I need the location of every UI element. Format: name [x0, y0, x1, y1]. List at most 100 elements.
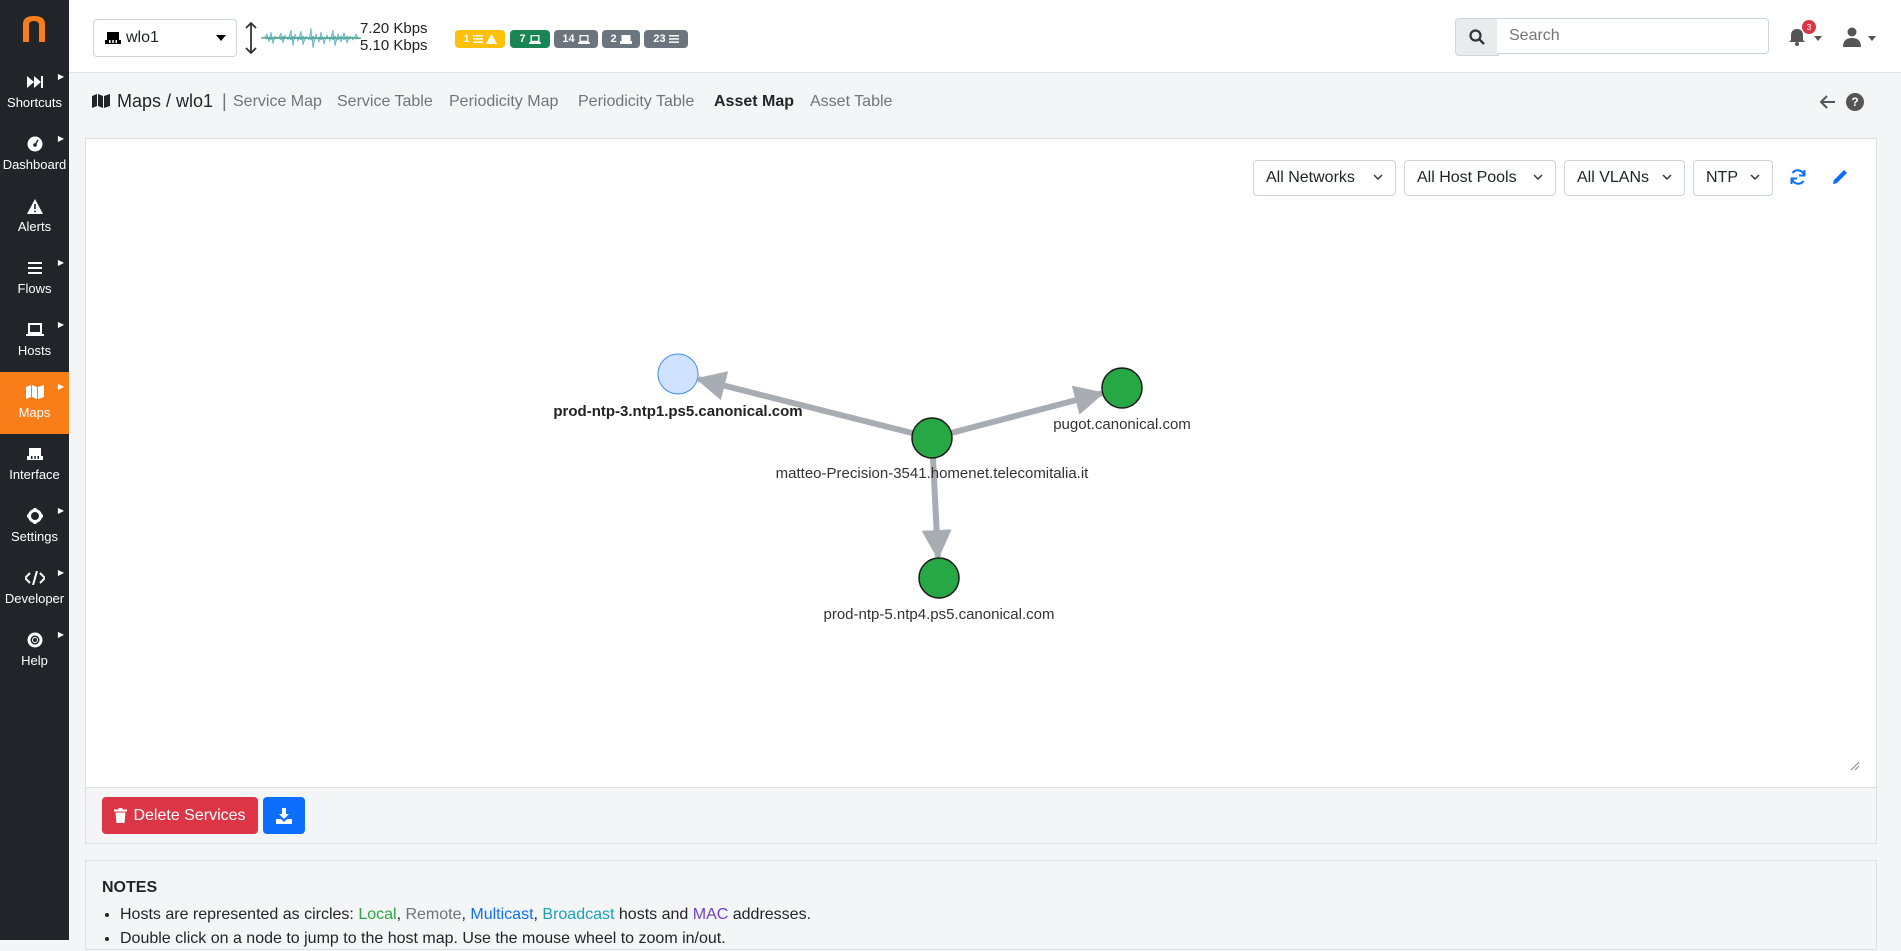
upload-speed: 7.20 Kbps — [360, 20, 428, 37]
warning-icon — [0, 197, 69, 215]
vlans-filter-label: All VLANs — [1577, 169, 1650, 186]
sidebar-item-help[interactable]: Help ▶ — [0, 620, 69, 682]
trash-icon — [114, 808, 128, 823]
pencil-icon[interactable] — [1830, 167, 1850, 187]
protocol-filter[interactable]: NTP — [1693, 160, 1773, 196]
devices-badge[interactable]: 2 — [602, 30, 640, 48]
sidebar: Shortcuts ▶ Dashboard ▶ Alerts Flows ▶ H… — [0, 0, 69, 940]
search-button[interactable] — [1455, 18, 1499, 56]
ntopng-logo[interactable] — [14, 10, 54, 46]
top-navbar: wlo1 7.20 Kbps 5.10 Kbps 1 7 14 2 23 3 — [69, 0, 1901, 73]
local-hosts-badge[interactable]: 7 — [510, 30, 550, 48]
submenu-caret-icon: ▶ — [57, 568, 64, 577]
help-icon[interactable]: ? — [1846, 93, 1864, 111]
sidebar-item-interface[interactable]: Interface — [0, 434, 69, 496]
laptop-icon — [528, 34, 541, 44]
interface-name: wlo1 — [126, 29, 159, 46]
refresh-icon[interactable] — [1789, 168, 1807, 186]
user-icon[interactable] — [1843, 27, 1861, 47]
tab-periodicity-map[interactable]: Periodicity Map — [449, 93, 558, 111]
sidebar-item-maps[interactable]: Maps ▶ — [0, 372, 69, 434]
up-down-arrow-icon — [245, 22, 257, 54]
notes-item-instructions: Double click on a node to jump to the ho… — [120, 927, 811, 951]
submenu-caret-icon: ▶ — [57, 630, 64, 639]
networks-filter-label: All Networks — [1266, 169, 1355, 186]
alerts-badge[interactable]: 1 — [455, 30, 505, 48]
host-pools-filter[interactable]: All Host Pools — [1404, 160, 1556, 196]
legend-multicast: Multicast — [470, 906, 534, 923]
ethernet-icon — [0, 445, 69, 463]
list-icon — [668, 35, 679, 43]
legend-remote: Remote — [405, 906, 462, 923]
search-input[interactable] — [1497, 18, 1769, 54]
map-icon — [92, 94, 110, 108]
badge-count: 14 — [562, 33, 575, 45]
tab-service-map[interactable]: Service Map — [233, 93, 322, 111]
notes-title: NOTES — [102, 879, 158, 896]
sidebar-item-alerts[interactable]: Alerts — [0, 186, 69, 248]
search-icon — [1469, 29, 1485, 45]
submenu-caret-icon: ▶ — [57, 382, 64, 391]
submenu-caret-icon: ▶ — [57, 506, 64, 515]
host-node-ntp5[interactable] — [918, 557, 960, 599]
protocol-filter-label: NTP — [1706, 169, 1738, 186]
notes-text: Hosts are represented as circles: — [120, 906, 359, 923]
sidebar-item-dashboard[interactable]: Dashboard ▶ — [0, 124, 69, 186]
host-node-pugot[interactable] — [1101, 367, 1143, 409]
sidebar-item-settings[interactable]: Settings ▶ — [0, 496, 69, 558]
caret-down-icon[interactable] — [1814, 36, 1822, 41]
chevron-down-icon — [1533, 174, 1543, 181]
submenu-caret-icon: ▶ — [57, 258, 64, 267]
legend-local: Local — [358, 906, 397, 923]
legend-broadcast: Broadcast — [542, 906, 615, 923]
delete-services-button[interactable]: Delete Services — [102, 797, 258, 834]
badge-count: 1 — [463, 33, 470, 45]
asset-network-graph[interactable]: matteo-Precision-3541.homenet.telecomita… — [86, 139, 1876, 787]
download-button[interactable] — [263, 797, 305, 834]
sidebar-item-shortcuts[interactable]: Shortcuts ▶ — [0, 62, 69, 124]
flows-badge[interactable]: 23 — [644, 30, 688, 48]
notes-section: NOTES Hosts are represented as circles: … — [85, 860, 1877, 950]
legend-mac: MAC — [692, 906, 729, 923]
download-speed: 5.10 Kbps — [360, 37, 428, 54]
host-node-label: prod-ntp-3.ntp1.ps5.canonical.com — [553, 403, 802, 420]
back-arrow-icon[interactable] — [1820, 95, 1836, 109]
tab-asset-table[interactable]: Asset Table — [810, 93, 892, 111]
host-node-ntp3[interactable] — [657, 353, 699, 395]
interface-select[interactable]: wlo1 — [93, 19, 237, 57]
sidebar-label: Flows — [17, 281, 52, 296]
laptop-icon — [577, 34, 590, 44]
sidebar-label: Maps — [18, 405, 51, 420]
host-node-label: pugot.canonical.com — [1053, 416, 1191, 433]
chevron-down-icon — [1750, 174, 1760, 181]
notes-text: addresses. — [728, 906, 812, 923]
submenu-caret-icon: ▶ — [57, 320, 64, 329]
search-bar — [1455, 18, 1775, 56]
sidebar-item-hosts[interactable]: Hosts ▶ — [0, 310, 69, 372]
sidebar-label: Settings — [11, 529, 58, 544]
submenu-caret-icon: ▶ — [57, 72, 64, 81]
warning-icon — [485, 34, 497, 44]
sidebar-item-developer[interactable]: Developer ▶ — [0, 558, 69, 620]
sidebar-item-flows[interactable]: Flows ▶ — [0, 248, 69, 310]
chevron-down-icon — [1662, 174, 1672, 181]
resize-handle-icon[interactable] — [1850, 761, 1860, 771]
sidebar-label: Hosts — [17, 343, 52, 358]
page-subnav: Maps / wlo1 | Service Map Service Table … — [86, 76, 1878, 128]
sidebar-label: Dashboard — [2, 157, 67, 172]
vlans-filter[interactable]: All VLANs — [1564, 160, 1685, 196]
tab-service-table[interactable]: Service Table — [337, 93, 433, 111]
networks-filter[interactable]: All Networks — [1253, 160, 1396, 196]
host-node-center[interactable] — [911, 417, 953, 459]
delete-services-label: Delete Services — [133, 806, 246, 824]
host-node-label: prod-ntp-5.ntp4.ps5.canonical.com — [824, 606, 1055, 623]
host-node-label: matteo-Precision-3541.homenet.telecomita… — [776, 465, 1089, 482]
remote-hosts-badge[interactable]: 14 — [554, 30, 598, 48]
tab-periodicity-table[interactable]: Periodicity Table — [578, 93, 694, 111]
chevron-down-icon — [1373, 174, 1383, 181]
tab-asset-map[interactable]: Asset Map — [714, 93, 794, 111]
map-card-footer: Delete Services — [85, 788, 1877, 844]
ethernet-icon — [105, 32, 121, 44]
caret-down-icon[interactable] — [1868, 36, 1876, 41]
sidebar-label: Interface — [9, 467, 60, 482]
